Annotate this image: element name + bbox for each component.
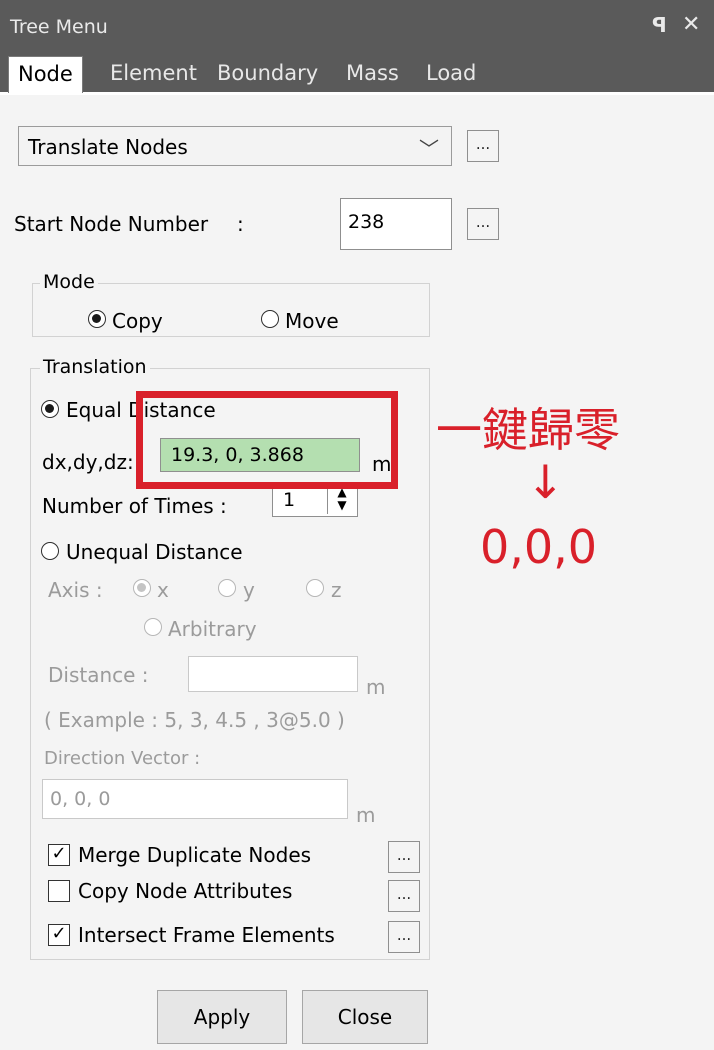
mode-move-label: Move [285, 309, 339, 333]
mode-title: Mode [40, 271, 98, 293]
axis-arbitrary-label: Arbitrary [168, 617, 257, 641]
annotation-result: 0,0,0 [480, 520, 598, 574]
start-node-colon: : [237, 212, 244, 236]
direction-vector-input: 0, 0, 0 [42, 779, 348, 819]
title-bar: Tree Menu ꟼ ✕ [0, 0, 714, 52]
tab-node[interactable]: Node [8, 56, 83, 93]
axis-arbitrary-radio [144, 618, 162, 636]
axis-label: Axis : [48, 578, 103, 602]
intersect-frame-checkbox[interactable]: ✓ [48, 924, 70, 946]
equal-distance-radio[interactable] [41, 400, 59, 418]
function-select-value: Translate Nodes [28, 135, 188, 159]
direction-vector-label: Direction Vector : [44, 748, 201, 769]
chevron-down-icon: ﹀ [419, 137, 439, 161]
spinner-arrows-icon[interactable]: ▲ ▼ [327, 486, 356, 514]
annotation-arrow: ↓ [526, 455, 565, 509]
axis-x-label: x [157, 578, 169, 602]
close-icon[interactable]: ✕ [682, 12, 700, 37]
merge-duplicate-checkbox[interactable]: ✓ [48, 844, 70, 866]
intersect-frame-label: Intersect Frame Elements [78, 923, 335, 947]
apply-button[interactable]: Apply [157, 990, 287, 1044]
tab-mass[interactable]: Mass [346, 61, 399, 85]
axis-z-label: z [331, 578, 342, 602]
tab-load[interactable]: Load [426, 61, 476, 85]
annotation-text: 一鍵歸零 [436, 403, 620, 457]
unequal-distance-radio[interactable] [41, 542, 59, 560]
direction-vector-value: 0, 0, 0 [50, 788, 111, 810]
intersect-frame-more-button[interactable]: ... [388, 921, 420, 953]
distance-input [188, 656, 358, 692]
axis-y-radio [218, 579, 236, 597]
start-node-label: Start Node Number [14, 212, 209, 236]
merge-duplicate-more-button[interactable]: ... [388, 841, 420, 873]
unequal-distance-label: Unequal Distance [66, 540, 243, 564]
distance-unit: m [366, 675, 386, 699]
tab-boundary[interactable]: Boundary [217, 61, 318, 85]
close-button[interactable]: Close [302, 990, 428, 1044]
highlight-box [136, 391, 398, 489]
example-text: ( Example : 5, 3, 4.5 , 3@5.0 ) [44, 708, 345, 732]
start-node-value: 238 [348, 211, 385, 233]
mode-copy-radio[interactable] [88, 310, 106, 328]
copy-node-attributes-checkbox[interactable] [48, 880, 70, 902]
translation-title: Translation [40, 356, 150, 378]
merge-duplicate-label: Merge Duplicate Nodes [78, 843, 312, 867]
copy-node-attributes-label: Copy Node Attributes [78, 879, 293, 903]
axis-z-radio [306, 579, 324, 597]
copy-node-attributes-more-button[interactable]: ... [388, 880, 420, 912]
window-title: Tree Menu [10, 16, 108, 38]
function-more-button[interactable]: ... [467, 130, 499, 162]
pin-icon[interactable]: ꟼ [652, 13, 667, 37]
function-select[interactable]: Translate Nodes ﹀ [18, 126, 452, 166]
distance-label: Distance : [48, 663, 149, 687]
tab-strip: Node Element Boundary Mass Load [0, 52, 714, 95]
dxdydz-label: dx,dy,dz: [42, 450, 134, 474]
start-node-more-button[interactable]: ... [467, 208, 499, 240]
start-node-input[interactable]: 238 [340, 198, 452, 250]
number-of-times-value: 1 [283, 489, 296, 511]
tab-element[interactable]: Element [110, 61, 197, 85]
number-of-times-label: Number of Times : [42, 494, 227, 518]
axis-y-label: y [243, 578, 255, 602]
axis-x-radio [133, 579, 151, 597]
mode-move-radio[interactable] [261, 310, 279, 328]
direction-vector-unit: m [356, 803, 376, 827]
mode-copy-label: Copy [112, 309, 163, 333]
